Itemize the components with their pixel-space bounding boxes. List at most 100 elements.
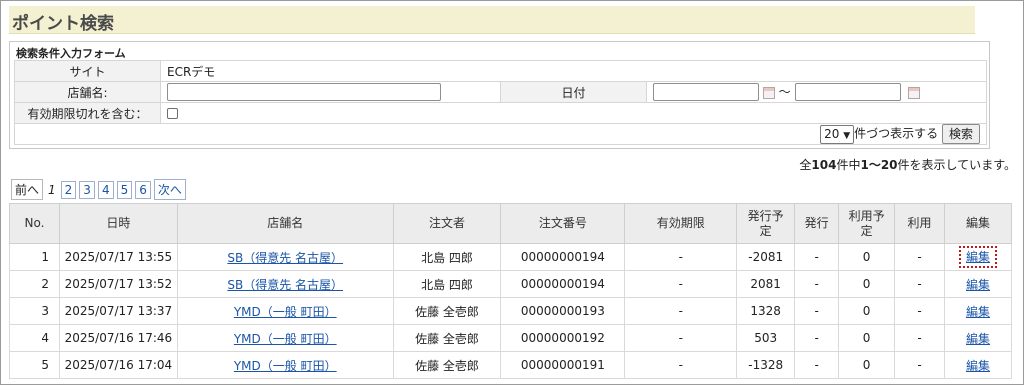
search-form-table: サイト ECRデモ 店舗名: 日付 〜 有効期限切れを含む： 20 ▼ 件づつ表… [14,60,987,145]
row-edit-cell: 編集 [943,270,1013,298]
edit-link[interactable]: 編集 [966,332,990,346]
row-edit-cell: 編集 [943,324,1013,352]
row-store-cell: YMD（一般 町田） [176,297,394,325]
col-use-plan: 利用予 定 [838,203,896,244]
row-use: - [894,297,945,325]
col-order: 注文番号 [500,203,626,244]
store-link[interactable]: YMD（一般 町田） [234,332,337,346]
store-link[interactable]: YMD（一般 町田） [234,359,337,373]
row-no: 5 [9,351,60,379]
date-to-input[interactable] [794,83,901,101]
next-page-link[interactable]: 次へ [153,179,186,200]
row-issue: - [794,270,840,298]
highlight-box: 編集 [958,246,997,268]
row-use-plan: 0 [838,243,896,271]
row-use-plan: 0 [838,351,896,379]
row-no: 4 [9,324,60,352]
site-value: ECRデモ [160,60,987,82]
row-store-cell: YMD（一般 町田） [176,324,394,352]
store-link[interactable]: SB（得意先 名古屋） [227,278,343,292]
summary-prefix: 全 [799,158,812,172]
page-link-5[interactable]: 5 [116,181,133,199]
per-page-value: 20 [824,126,840,141]
row-store-cell: SB（得意先 名古屋） [176,243,394,271]
col-expiry: 有効期限 [624,203,738,244]
chevron-down-icon: ▼ [843,130,851,141]
row-datetime: 2025/07/16 17:46 [58,324,178,352]
page-link-6[interactable]: 6 [135,181,151,199]
per-page-select[interactable]: 20 ▼ [820,124,855,144]
per-page-row: 20 ▼ 件づつ表示する 検索 [14,123,987,145]
calendar-icon[interactable] [908,86,921,99]
include-expired-checkbox[interactable] [167,108,178,119]
row-no: 3 [9,297,60,325]
edit-link[interactable]: 編集 [966,305,990,319]
pagination: 前へ 1 2 3 4 5 6 次へ [11,179,189,200]
col-customer: 注文者 [392,203,502,244]
row-customer: 佐藤 全壱郎 [392,351,502,379]
summary-suffix: 件を表示しています。 [897,158,1016,172]
row-customer: 佐藤 全壱郎 [392,324,502,352]
row-issue: - [794,243,840,271]
row-issue-plan: -2081 [736,243,796,271]
page-link-4[interactable]: 4 [97,181,114,199]
summary-total: 104 [811,158,837,172]
col-issue: 発行 [794,203,840,244]
col-datetime: 日時 [58,203,178,244]
row-no: 2 [9,270,60,298]
row-datetime: 2025/07/17 13:52 [58,270,178,298]
form-caption: 検索条件入力フォーム [16,47,126,60]
row-use-plan: 0 [838,297,896,325]
row-use: - [894,324,945,352]
page-link-2[interactable]: 2 [60,181,77,199]
row-order: 00000000192 [500,324,626,352]
row-issue-plan: 503 [736,324,796,352]
summary-range: 1〜20 [860,158,898,172]
row-store-cell: YMD（一般 町田） [176,351,394,379]
col-no: No. [9,203,60,244]
row-use: - [894,351,945,379]
store-name-input[interactable] [167,83,441,101]
row-datetime: 2025/07/16 17:04 [58,351,178,379]
row-store-cell: SB（得意先 名古屋） [176,270,394,298]
row-use-plan: 0 [838,324,896,352]
row-edit-cell: 編集 [943,297,1013,325]
page-title: ポイント検索 [12,14,114,34]
row-order: 00000000193 [500,297,626,325]
calendar-icon[interactable] [762,86,775,99]
row-expiry: - [624,270,738,298]
expired-cell [160,102,987,124]
table-row: 5 2025/07/16 17:04 YMD（一般 町田） 佐藤 全壱郎 000… [9,351,1013,379]
row-use-plan: 0 [838,270,896,298]
row-order: 00000000194 [500,270,626,298]
col-issue-plan: 発行予 定 [736,203,796,244]
col-store: 店舗名 [176,203,394,244]
row-issue-plan: 2081 [736,270,796,298]
row-no: 1 [9,243,60,271]
edit-link[interactable]: 編集 [966,250,990,264]
date-label: 日付 [500,81,647,103]
store-link[interactable]: SB（得意先 名古屋） [227,251,343,265]
row-use: - [894,243,945,271]
col-use: 利用 [894,203,945,244]
row-edit-cell: 編集 [943,243,1013,271]
table-header-row: No. 日時 店舗名 注文者 注文番号 有効期限 発行予 定 発行 利用予 定 … [9,203,1013,244]
date-cell: 〜 [646,81,987,103]
date-from-input[interactable] [653,83,759,101]
row-issue: - [794,351,840,379]
title-bar: ポイント検索 [9,6,975,34]
prev-page-link[interactable]: 前へ [11,179,44,200]
row-issue: - [794,297,840,325]
edit-link[interactable]: 編集 [966,278,990,292]
per-page-suffix: 件づつ表示する [854,126,939,141]
edit-link[interactable]: 編集 [966,359,990,373]
table-row: 3 2025/07/17 13:37 YMD（一般 町田） 佐藤 全壱郎 000… [9,297,1013,325]
store-link[interactable]: YMD（一般 町田） [234,305,337,319]
search-form: 検索条件入力フォーム サイト ECRデモ 店舗名: 日付 〜 有効期限切れを含む… [9,41,990,149]
row-datetime: 2025/07/17 13:55 [58,243,178,271]
result-summary: 全104件中1〜20件を表示しています。 [799,156,1016,173]
store-cell [160,81,501,103]
search-button[interactable]: 検索 [941,124,980,144]
page-link-3[interactable]: 3 [79,181,95,199]
current-page: 1 [46,182,58,198]
